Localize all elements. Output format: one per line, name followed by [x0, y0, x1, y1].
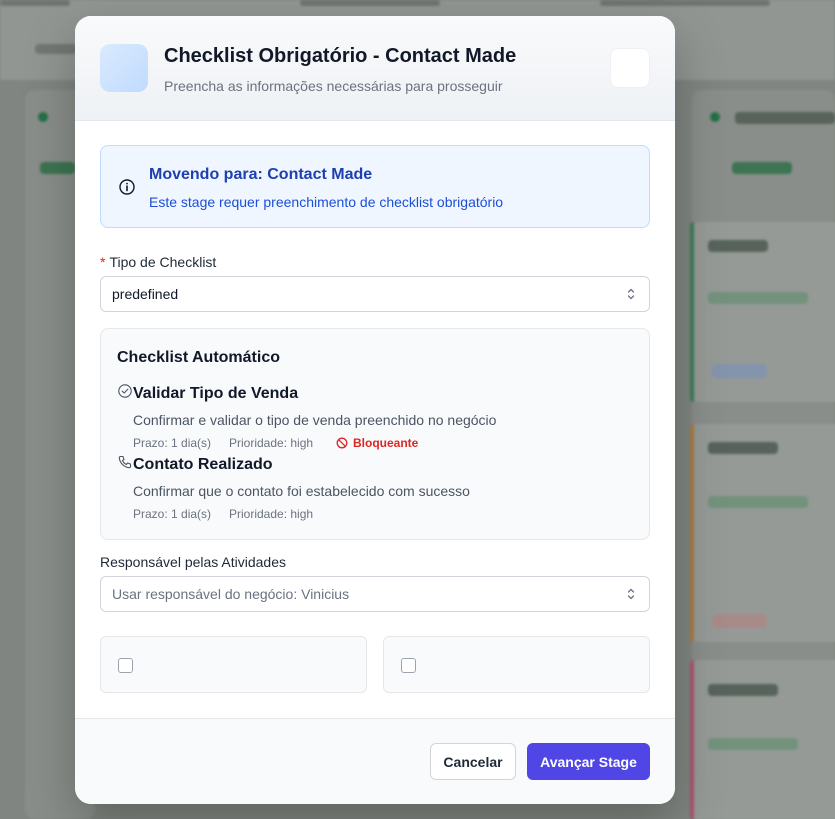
info-text: Este stage requer preenchimento de check…	[149, 194, 504, 210]
blocking-badge: Bloqueante	[353, 436, 419, 450]
checklist-item-description: Confirmar que o contato foi estabelecido…	[133, 483, 470, 499]
checklist-item-title: Contato Realizado	[133, 456, 273, 473]
ban-icon	[336, 437, 348, 449]
checklist-item-deadline: Prazo: 1 dia(s)	[133, 436, 212, 450]
option-card[interactable]	[383, 636, 650, 693]
modal-header: Checklist Obrigatório - Contact Made Pre…	[75, 16, 675, 121]
checklist-header-icon	[100, 44, 148, 92]
checklist-item-title: Validar Tipo de Venda	[133, 385, 299, 402]
close-button[interactable]	[610, 48, 650, 88]
checklist-item-deadline: Prazo: 1 dia(s)	[133, 507, 212, 521]
phone-icon	[118, 455, 132, 469]
auto-checklist-title: Checklist Automático	[117, 349, 280, 366]
checklist-type-label-text: Tipo de Checklist	[109, 254, 217, 270]
modal-footer: Cancelar Avançar Stage	[75, 718, 675, 804]
responsible-select[interactable]: Usar responsável do negócio: Vinicius	[100, 576, 650, 612]
chevron-updown-icon	[627, 588, 635, 600]
responsible-label: Responsável pelas Atividades	[100, 554, 287, 570]
checklist-item-priority: Prioridade: high	[229, 436, 314, 450]
checklist-type-select[interactable]: predefined	[100, 276, 650, 312]
chevron-updown-icon	[627, 288, 635, 300]
cancel-button[interactable]: Cancelar	[430, 743, 516, 780]
modal-subtitle: Preencha as informações necessárias para…	[164, 78, 503, 94]
info-title: Movendo para: Contact Made	[149, 166, 373, 183]
option-checkbox[interactable]	[118, 658, 133, 673]
info-icon	[119, 179, 135, 195]
option-card[interactable]	[100, 636, 367, 693]
checklist-modal: Checklist Obrigatório - Contact Made Pre…	[75, 16, 675, 804]
stage-info-box: Movendo para: Contact Made Este stage re…	[100, 145, 650, 228]
checklist-item-priority: Prioridade: high	[229, 507, 314, 521]
modal-title: Checklist Obrigatório - Contact Made	[164, 45, 517, 67]
option-checkbox[interactable]	[401, 658, 416, 673]
checklist-item-description: Confirmar e validar o tipo de venda pree…	[133, 412, 497, 428]
checklist-type-label: * Tipo de Checklist	[100, 254, 216, 270]
checklist-type-value: predefined	[112, 286, 179, 302]
responsible-placeholder: Usar responsável do negócio: Vinicius	[112, 586, 350, 602]
auto-checklist-box: Checklist Automático Validar Tipo de Ven…	[100, 328, 650, 540]
advance-stage-button[interactable]: Avançar Stage	[527, 743, 650, 780]
check-circle-icon	[118, 384, 132, 398]
required-mark: *	[100, 254, 106, 270]
